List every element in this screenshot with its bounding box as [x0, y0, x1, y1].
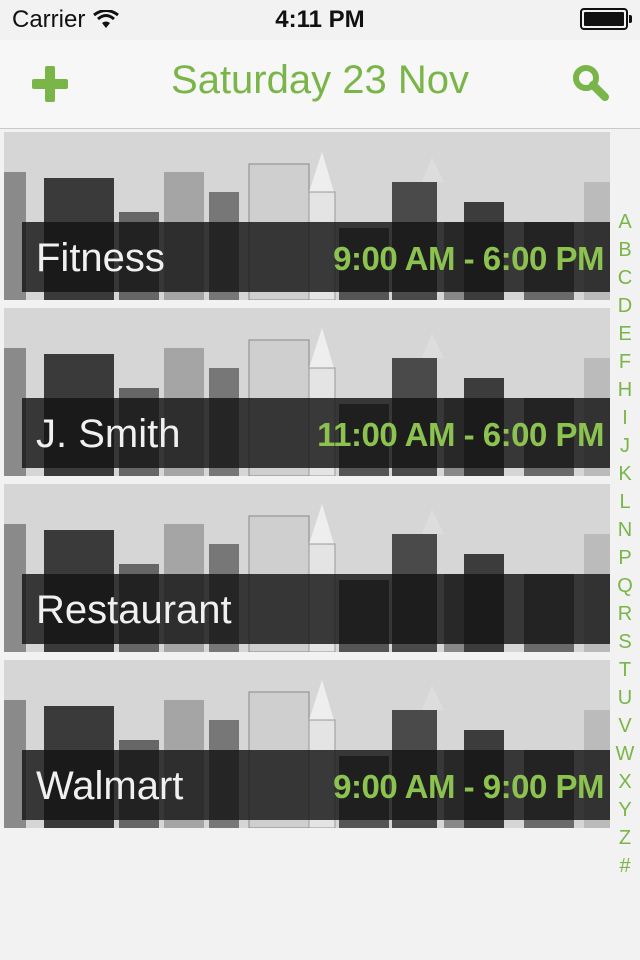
screen: Carrier 4:11 PM Saturday 23 Nov Fitness …	[0, 0, 640, 960]
index-letter[interactable]: N	[618, 516, 632, 544]
list-item[interactable]: Restaurant	[4, 484, 610, 652]
index-letter[interactable]: #	[619, 852, 630, 880]
search-icon[interactable]	[570, 62, 610, 102]
index-letter[interactable]: F	[619, 348, 631, 376]
index-letter[interactable]: J	[620, 432, 630, 460]
index-letter[interactable]: Y	[618, 796, 631, 824]
list-item[interactable]: J. Smith 11:00 AM - 6:00 PM	[4, 308, 610, 476]
index-letter[interactable]: Z	[619, 824, 631, 852]
battery-icon	[580, 8, 632, 30]
index-letter[interactable]: C	[618, 264, 632, 292]
status-time: 4:11 PM	[275, 6, 365, 33]
index-letter[interactable]: R	[618, 600, 632, 628]
list-item[interactable]: Fitness 9:00 AM - 6:00 PM	[4, 132, 610, 300]
business-list: Fitness 9:00 AM - 6:00 PM J. Smith 11:00…	[4, 132, 610, 836]
index-letter[interactable]: U	[618, 684, 632, 712]
item-name: Walmart	[36, 764, 184, 808]
index-letter[interactable]: X	[618, 768, 631, 796]
index-letter[interactable]: P	[618, 544, 631, 572]
index-letter[interactable]: B	[618, 236, 631, 264]
item-hours: 9:00 AM - 9:00 PM	[333, 768, 604, 805]
item-name: J. Smith	[36, 412, 181, 456]
status-bar: Carrier 4:11 PM	[0, 0, 640, 40]
index-letter[interactable]: K	[618, 460, 631, 488]
index-letter[interactable]: W	[616, 740, 635, 768]
status-right	[580, 8, 632, 30]
item-name: Fitness	[36, 236, 165, 280]
index-letter[interactable]: Q	[617, 572, 633, 600]
item-hours: 9:00 AM - 6:00 PM	[333, 240, 604, 277]
item-hours: 11:00 AM - 6:00 PM	[317, 416, 604, 453]
index-letter[interactable]: L	[619, 488, 630, 516]
page-title: Saturday 23 Nov	[171, 58, 469, 102]
navigation-bar: Saturday 23 Nov	[0, 40, 640, 129]
index-letter[interactable]: S	[618, 628, 631, 656]
index-letter[interactable]: A	[618, 208, 631, 236]
index-letter[interactable]: E	[618, 320, 631, 348]
index-letter[interactable]: V	[618, 712, 631, 740]
list-item[interactable]: Walmart 9:00 AM - 9:00 PM	[4, 660, 610, 828]
index-letter[interactable]: H	[618, 376, 632, 404]
section-index[interactable]: A B C D E F H I J K L N P Q R S T U V W …	[612, 208, 638, 880]
index-letter[interactable]: I	[622, 404, 628, 432]
index-letter[interactable]: T	[619, 656, 631, 684]
item-name: Restaurant	[36, 588, 232, 632]
index-letter[interactable]: D	[618, 292, 632, 320]
